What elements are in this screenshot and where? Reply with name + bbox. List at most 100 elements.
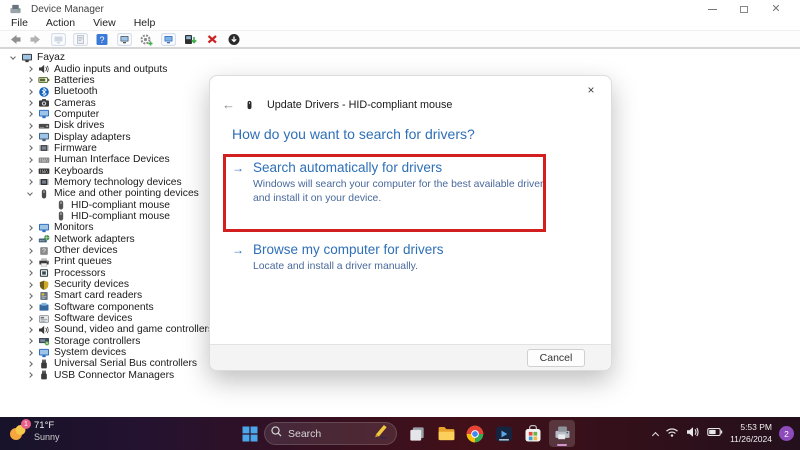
close-window-button[interactable]: ✕ — [770, 3, 782, 15]
menu-bar: File Action View Help — [0, 16, 800, 31]
menu-item-file[interactable]: File — [2, 17, 37, 29]
search-box[interactable]: Search — [264, 422, 397, 445]
minimize-button[interactable] — [706, 3, 718, 15]
toolbar: ? — [0, 31, 800, 49]
tree-item-label: Cameras — [54, 97, 96, 109]
expander-collapsed-icon[interactable] — [23, 338, 36, 345]
clock[interactable]: 5:53 PM 11/26/2024 — [730, 422, 772, 444]
update-driver-icon[interactable] — [182, 32, 199, 47]
dialog-close-icon[interactable]: × — [583, 82, 599, 98]
battery-icon — [36, 75, 51, 85]
disable-device-icon[interactable] — [226, 32, 243, 47]
monitor-icon — [36, 132, 51, 142]
properties-icon[interactable] — [72, 32, 89, 47]
expander-collapsed-icon[interactable] — [23, 236, 36, 243]
device-manager-window: Device Manager ✕ File Action View Help ? Fa… — [0, 0, 800, 417]
sun-icon: 1 — [7, 419, 31, 444]
expander-collapsed-icon[interactable] — [23, 327, 36, 333]
tree-item[interactable]: USB Connector Managers — [0, 370, 800, 381]
battery-icon[interactable] — [707, 425, 723, 443]
show-console-tree-icon[interactable] — [50, 32, 67, 47]
wifi-icon[interactable] — [665, 425, 679, 443]
chip-icon — [36, 177, 51, 187]
help-icon[interactable]: ? — [94, 32, 111, 47]
menu-item-view[interactable]: View — [84, 17, 125, 29]
expander-collapsed-icon[interactable] — [23, 270, 36, 277]
expander-collapsed-icon[interactable] — [23, 145, 36, 152]
tray-overflow-chevron-icon[interactable] — [652, 431, 660, 439]
expander-expanded-icon[interactable] — [6, 53, 19, 60]
tree-item-label: HID-compliant mouse — [71, 199, 170, 211]
speaker-icon — [36, 64, 51, 74]
question-icon: ? — [36, 246, 51, 256]
expander-collapsed-icon[interactable] — [23, 315, 36, 322]
volume-icon[interactable] — [686, 425, 700, 443]
menu-item-help[interactable]: Help — [125, 17, 165, 29]
forward-icon[interactable] — [28, 32, 45, 47]
arrow-right-icon: → — [232, 243, 244, 257]
expander-collapsed-icon[interactable] — [23, 134, 36, 140]
scan-hardware-changes-icon[interactable] — [138, 32, 155, 47]
expander-collapsed-icon[interactable] — [23, 247, 36, 254]
tree-item-label: Keyboards — [54, 165, 104, 177]
tree-item-label: Storage controllers — [54, 335, 141, 347]
expander-collapsed-icon[interactable] — [23, 372, 36, 379]
menu-item-action[interactable]: Action — [37, 17, 84, 29]
window-title: Device Manager — [31, 3, 104, 15]
expander-collapsed-icon[interactable] — [23, 349, 36, 356]
taskbar-app-microsoft-store[interactable] — [520, 420, 546, 447]
tree-item-label: Mice and other pointing devices — [54, 188, 199, 200]
camera-icon — [36, 98, 51, 108]
expander-collapsed-icon[interactable] — [23, 77, 36, 84]
usb-icon — [36, 359, 51, 369]
expander-collapsed-icon[interactable] — [23, 361, 36, 367]
expander-collapsed-icon[interactable] — [23, 224, 36, 231]
taskbar-app-media-app[interactable] — [491, 420, 517, 447]
tray-time: 5:53 PM — [740, 422, 772, 433]
taskbar-app-task-view[interactable] — [404, 420, 430, 447]
computer-icon[interactable] — [116, 32, 133, 47]
bluetooth-icon — [36, 86, 51, 97]
expander-collapsed-icon[interactable] — [23, 100, 36, 106]
card-icon — [36, 291, 51, 301]
expander-collapsed-icon[interactable] — [23, 179, 36, 186]
tree-item[interactable]: Fayaz — [0, 52, 800, 63]
start-button[interactable] — [239, 423, 261, 445]
expander-collapsed-icon[interactable] — [23, 304, 36, 311]
expander-collapsed-icon[interactable] — [23, 259, 36, 265]
dialog-footer: Cancel — [210, 344, 611, 370]
cancel-button[interactable]: Cancel — [527, 349, 585, 367]
device-manager-app-icon — [8, 3, 23, 15]
expander-collapsed-icon[interactable] — [23, 111, 36, 118]
softdev-icon — [36, 314, 51, 324]
tree-item-label: Network adapters — [54, 233, 135, 245]
expander-collapsed-icon[interactable] — [23, 88, 36, 95]
expander-collapsed-icon[interactable] — [23, 66, 36, 72]
weather-widget[interactable]: 1 71°F Sunny — [7, 419, 60, 444]
expander-collapsed-icon[interactable] — [23, 293, 36, 299]
expander-collapsed-icon[interactable] — [23, 122, 36, 129]
expander-collapsed-icon[interactable] — [23, 281, 36, 288]
remote-computer-icon[interactable] — [160, 32, 177, 47]
expander-collapsed-icon[interactable] — [23, 156, 36, 163]
desktop-screen: Device Manager ✕ File Action View Help ? Fa… — [0, 0, 800, 450]
taskbar-app-file-explorer[interactable] — [433, 420, 459, 447]
option-search-automatically[interactable]: → Search automatically for drivers Windo… — [232, 160, 555, 206]
expander-collapsed-icon[interactable] — [23, 168, 36, 174]
option-browse-computer[interactable]: → Browse my computer for drivers Locate … — [232, 242, 555, 274]
search-label: Search — [288, 427, 322, 440]
tree-item[interactable]: Audio inputs and outputs — [0, 63, 800, 75]
tree-item-label: USB Connector Managers — [54, 369, 175, 381]
monitor-icon — [19, 53, 34, 63]
taskbar-app-chrome[interactable] — [462, 420, 488, 447]
uninstall-device-icon[interactable] — [204, 32, 221, 47]
dialog-title: Update Drivers - HID-compliant mouse — [267, 98, 453, 111]
printer-icon — [36, 257, 51, 267]
notification-badge[interactable]: 2 — [779, 426, 794, 441]
taskbar-app-device-manager[interactable] — [549, 420, 575, 447]
back-icon[interactable] — [6, 32, 23, 47]
maximize-button[interactable] — [738, 3, 750, 15]
expander-expanded-icon[interactable] — [23, 189, 36, 196]
taskbar: 1 71°F Sunny Search 5:53 PM 11/26/2024 2 — [0, 417, 800, 450]
dialog-back-icon[interactable]: ← — [222, 98, 235, 111]
